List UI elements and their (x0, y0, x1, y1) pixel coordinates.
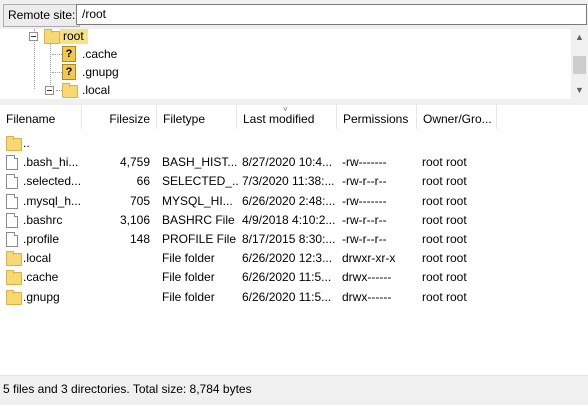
file-icon (6, 155, 18, 171)
cell-filesize: 148 (129, 232, 150, 246)
folder-icon (62, 83, 78, 98)
tree-scrollbar[interactable]: ▲ ▼ (571, 29, 588, 99)
file-icon (6, 232, 18, 247)
scroll-down-icon[interactable]: ▼ (571, 82, 588, 99)
cell-filename: .profile (23, 232, 60, 246)
cell-filesize: 3,106 (119, 212, 150, 227)
cell-filetype: File folder (162, 270, 215, 285)
cell-filename: .gnupg (23, 289, 60, 304)
table-row[interactable]: .selected... 66 SELECTED_... 7/3/2020 11:38… (0, 172, 588, 191)
cell-filename: .. (23, 136, 30, 150)
cell-filename: .bash_hi... (23, 155, 79, 170)
cell-permissions: -rw-r--r-- (342, 232, 387, 246)
file-list-header: Filename Filesize Filetype Last modified… (0, 105, 588, 129)
question-mark-icon: ? (62, 64, 76, 80)
table-row[interactable]: .. (0, 134, 588, 153)
cell-owner-group: root root (422, 289, 467, 304)
tree-item-gnupg[interactable]: ? .gnupg (0, 63, 570, 81)
tree-item-label: .gnupg (82, 65, 119, 79)
file-icon (6, 193, 18, 209)
file-icon (6, 174, 18, 190)
cell-last-modified: 6/26/2020 11:5... (242, 289, 332, 304)
cell-filetype: MYSQL_HI... (162, 193, 233, 208)
cell-filetype: PROFILE File (162, 232, 237, 246)
tree-item-root[interactable]: root (0, 29, 570, 45)
table-row[interactable]: .profile 148 PROFILE File 8/17/2015 8:30:..… (0, 230, 588, 249)
tree-item-local[interactable]: .local (0, 81, 570, 99)
column-filetype[interactable]: Filetype (157, 105, 237, 129)
table-row[interactable]: .bashrc 3,106 BASHRC File 4/9/2018 4:10:2..… (0, 211, 588, 230)
scroll-up-icon[interactable]: ▲ (571, 29, 588, 46)
scrollbar-thumb[interactable] (573, 56, 586, 74)
table-row[interactable]: .local File folder 6/26/2020 12:3... drwxr-… (0, 249, 588, 268)
cell-filetype: SELECTED_... (162, 174, 238, 189)
cell-filetype: File folder (162, 251, 215, 266)
cell-filename: .cache (23, 270, 59, 285)
remote-path-input[interactable]: /root (76, 4, 587, 25)
cell-last-modified: 7/3/2020 11:38:... (242, 174, 335, 189)
column-owner-group[interactable]: Owner/Gro... (417, 105, 497, 129)
table-row[interactable]: .mysql_h... 705 MYSQL_HI... 6/26/2020 2:48:… (0, 192, 588, 211)
cell-permissions: drwx------ (342, 270, 392, 285)
cell-filesize: 4,759 (119, 155, 150, 170)
cell-permissions: -rw------- (342, 155, 387, 170)
folder-icon (6, 136, 22, 151)
cell-filetype: BASHRC File (162, 212, 235, 227)
cell-permissions: -rw------- (342, 193, 387, 208)
column-permissions[interactable]: Permissions (337, 105, 417, 129)
cell-filename: .mysql_h... (23, 193, 81, 208)
file-icon (6, 212, 18, 228)
cell-filename: .local (23, 251, 52, 266)
tree-item-label: root (63, 29, 84, 43)
tree-item-cache[interactable]: ? .cache (0, 45, 570, 63)
cell-owner-group: root root (422, 251, 467, 266)
cell-owner-group: root root (422, 270, 467, 285)
cell-last-modified: 6/26/2020 12:3... (242, 251, 333, 266)
cell-owner-group: root root (422, 212, 467, 227)
sort-indicator-icon: ˅ (283, 105, 288, 114)
status-bar: 5 files and 3 directories. Total size: 8… (0, 375, 588, 405)
cell-permissions: drwx------ (342, 289, 392, 304)
cell-permissions: drwxr-xr-x (342, 251, 396, 266)
cell-filetype: BASH_HIST... (162, 155, 238, 170)
table-row[interactable]: .bash_hi... 4,759 BASH_HIST... 8/27/2020 10… (0, 153, 588, 172)
cell-last-modified: 4/9/2018 4:10:2... (242, 212, 336, 227)
tree-item-label: .cache (82, 47, 118, 61)
cell-last-modified: 8/27/2020 10:4... (242, 155, 333, 170)
folder-icon (6, 270, 22, 286)
collapse-icon[interactable] (29, 32, 38, 41)
cell-permissions: -rw-r--r-- (342, 174, 387, 189)
status-text: 5 files and 3 directories. Total size: 8… (3, 382, 252, 396)
cell-filename: .bashrc (23, 212, 63, 227)
folder-icon (6, 289, 22, 305)
remote-site-label: Remote site: (3, 4, 81, 27)
cell-filesize: 66 (136, 174, 150, 189)
cell-owner-group: root root (422, 232, 467, 246)
cell-last-modified: 6/26/2020 2:48:... (242, 193, 336, 208)
cell-filename: .selected... (23, 174, 81, 189)
remote-directory-tree: root ? .cache ? .gnupg .local (0, 29, 588, 100)
remote-site-bar: Remote site: /root (0, 0, 588, 30)
column-filesize[interactable]: Filesize (82, 105, 157, 129)
cell-owner-group: root root (422, 174, 467, 189)
cell-filetype: File folder (162, 289, 215, 304)
cell-owner-group: root root (422, 193, 467, 208)
question-mark-icon: ? (62, 46, 76, 62)
folder-icon (44, 29, 60, 44)
remote-file-list: Filename Filesize Filetype Last modified… (0, 105, 588, 375)
table-row[interactable]: .gnupg File folder 6/26/2020 11:5... drwx--… (0, 288, 588, 307)
table-row[interactable]: .cache File folder 6/26/2020 11:5... drwx--… (0, 268, 588, 287)
tree-item-label: .local (82, 83, 111, 97)
folder-icon (6, 251, 22, 267)
cell-last-modified: 6/26/2020 11:5... (242, 270, 332, 285)
cell-owner-group: root root (422, 155, 467, 170)
collapse-icon[interactable] (45, 86, 54, 95)
cell-last-modified: 8/17/2015 8:30:... (242, 232, 336, 246)
cell-filesize: 705 (129, 193, 150, 208)
cell-permissions: -rw-r--r-- (342, 212, 387, 227)
column-filename[interactable]: Filename (0, 105, 82, 129)
